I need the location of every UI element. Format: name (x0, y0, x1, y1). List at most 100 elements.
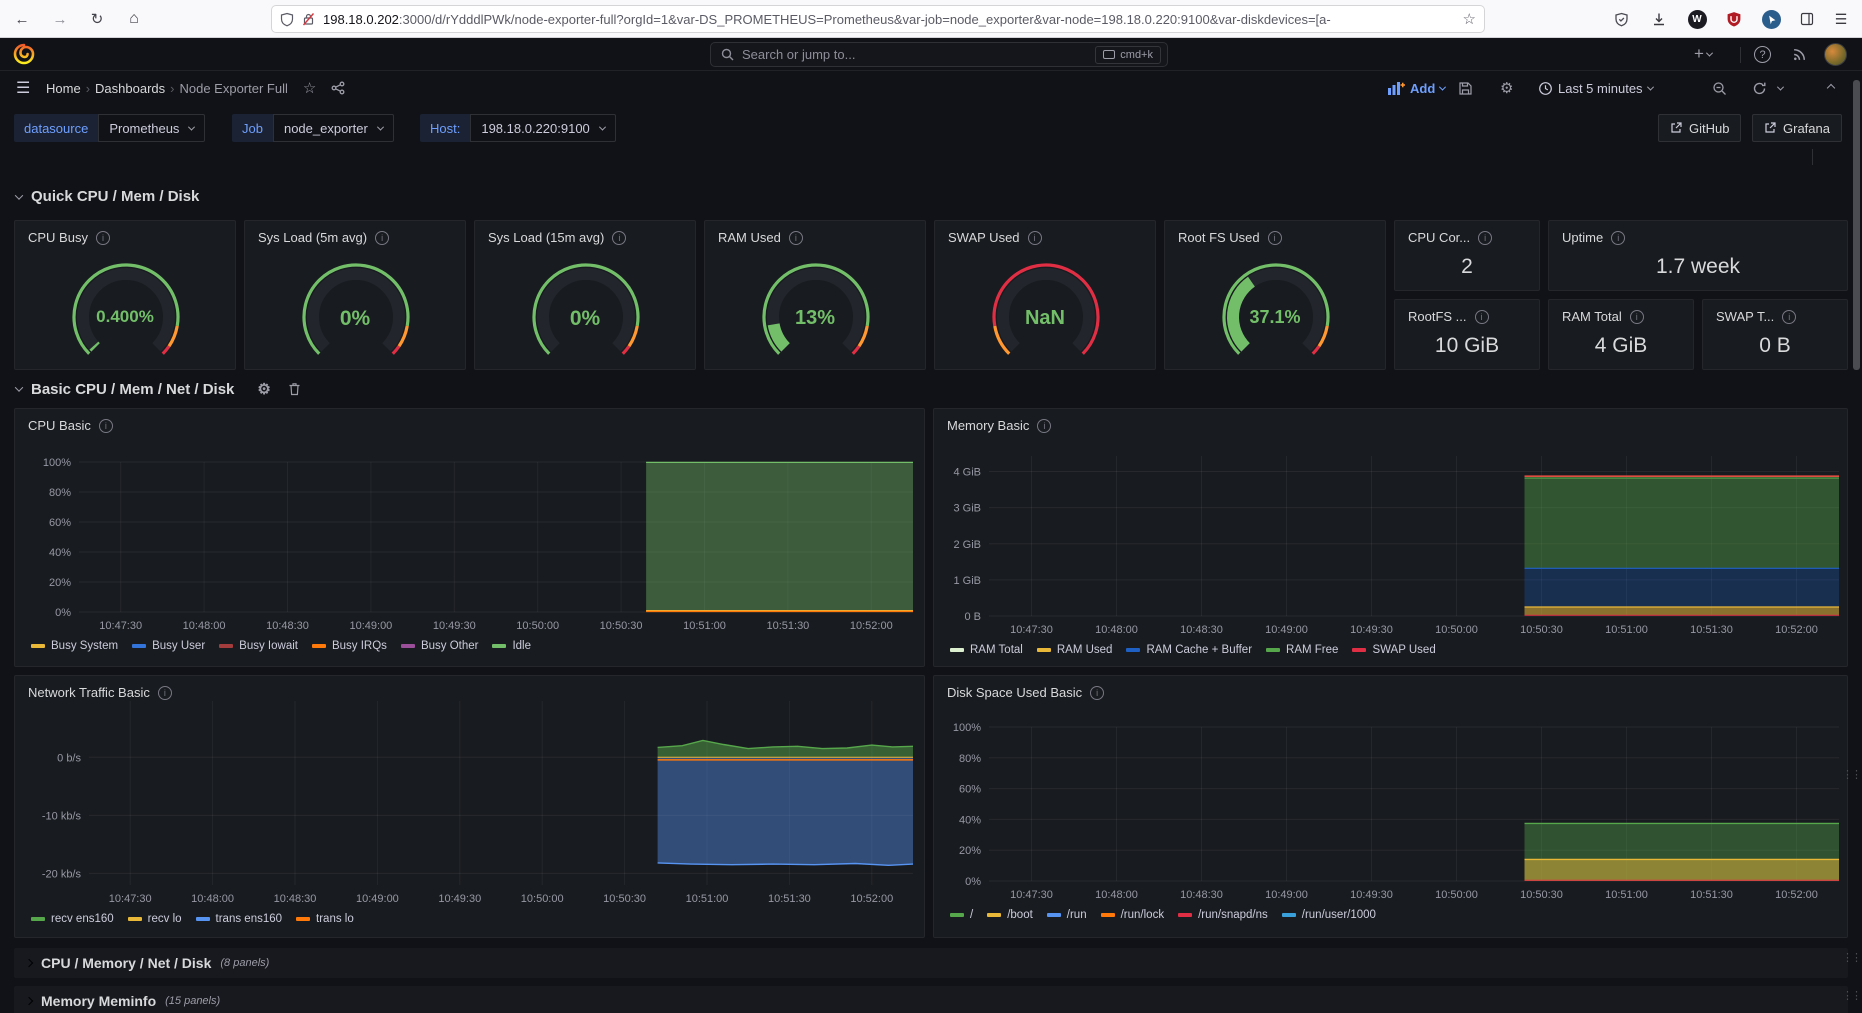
sidebar-extension-icon[interactable] (1796, 8, 1818, 30)
gauge-panel-sys-load-15m-avg-[interactable]: Sys Load (15m avg)i0% (474, 220, 696, 370)
gauge-panel-root-fs-used[interactable]: Root FS Usedi37.1% (1164, 220, 1386, 370)
row-drag-handle[interactable]: ⋮⋮ (1842, 989, 1851, 1003)
add-panel-button[interactable]: Add (1388, 77, 1445, 99)
info-icon[interactable]: i (1028, 231, 1042, 245)
legend-item-ram-cache-buffer[interactable]: RAM Cache + Buffer (1126, 644, 1252, 656)
new-menu-button[interactable]: + (1694, 44, 1712, 64)
gauge-panel-ram-used[interactable]: RAM Usedi13% (704, 220, 926, 370)
stat-panel-cpu-cor-[interactable]: CPU Cor...i2 (1394, 220, 1540, 291)
legend-item-busy-irqs[interactable]: Busy IRQs (312, 640, 387, 652)
disk-space-used-basic-chart[interactable]: 100%80%60%40%20%0%10:47:3010:48:0010:48:… (934, 676, 1847, 937)
panel-drag-handle[interactable]: ⋮⋮ (1842, 768, 1851, 782)
help-button[interactable]: ? (1754, 46, 1771, 63)
info-icon[interactable]: i (96, 231, 110, 245)
legend-item-recv-lo[interactable]: recv lo (128, 913, 182, 925)
legend-item--[interactable]: / (950, 909, 973, 921)
gauge-panel-sys-load-5m-avg-[interactable]: Sys Load (5m avg)i0% (244, 220, 466, 370)
panel-title[interactable]: CPU Cor... (1408, 230, 1470, 245)
share-icon[interactable] (331, 81, 345, 95)
legend-item--run-snapd-ns[interactable]: /run/snapd/ns (1178, 909, 1268, 921)
browser-reload-button[interactable]: ↻ (85, 7, 109, 31)
time-range-picker[interactable]: Last 5 minutes (1538, 77, 1653, 99)
browser-back-button[interactable]: ← (10, 7, 34, 31)
legend-item-ram-total[interactable]: RAM Total (950, 644, 1023, 656)
breadcrumb-home[interactable]: Home (46, 81, 81, 96)
info-icon[interactable]: i (375, 231, 389, 245)
permissions-shield-icon[interactable] (1610, 8, 1632, 30)
collapsed-row-cpu-memory-net-disk[interactable]: CPU / Memory / Net / Disk (8 panels) (14, 948, 1848, 978)
legend-item--boot[interactable]: /boot (987, 909, 1033, 921)
legend-item--run-user-1000[interactable]: /run/user/1000 (1282, 909, 1376, 921)
legend-item-ram-used[interactable]: RAM Used (1037, 644, 1113, 656)
info-icon[interactable]: i (1475, 310, 1489, 324)
row-delete-icon[interactable] (288, 382, 301, 396)
chart-panel-memory-basic[interactable]: 4 GiB3 GiB2 GiB1 GiB0 B10:47:3010:48:001… (933, 408, 1848, 667)
panel-title[interactable]: CPU Busy (28, 230, 88, 245)
legend-item-idle[interactable]: Idle (492, 640, 531, 652)
chart-panel-cpu-basic[interactable]: 100%80%60%40%20%0%10:47:3010:48:0010:48:… (14, 408, 925, 667)
legend-item--run-lock[interactable]: /run/lock (1101, 909, 1164, 921)
job-select[interactable]: node_exporter (273, 114, 394, 142)
panel-title[interactable]: RootFS ... (1408, 309, 1467, 324)
chart-panel-disk-space-used-basic[interactable]: 100%80%60%40%20%0%10:47:3010:48:0010:48:… (933, 675, 1848, 938)
breadcrumb-dashboards[interactable]: Dashboards (95, 81, 165, 96)
bookmark-star-icon[interactable]: ☆ (1463, 10, 1476, 28)
dashboard-settings-button[interactable]: ⚙ (1500, 77, 1513, 99)
memory-basic-chart[interactable]: 4 GiB3 GiB2 GiB1 GiB0 B10:47:3010:48:001… (934, 409, 1847, 666)
chart-panel-network-traffic-basic[interactable]: 0 b/s-10 kb/s-20 kb/s10:47:3010:48:0010:… (14, 675, 925, 938)
zoom-out-button[interactable] (1712, 77, 1727, 99)
info-icon[interactable]: i (1268, 231, 1282, 245)
cpu-basic-chart[interactable]: 100%80%60%40%20%0%10:47:3010:48:0010:48:… (15, 409, 924, 666)
github-link-button[interactable]: GitHub (1658, 114, 1741, 142)
insecure-lock-icon[interactable] (302, 12, 315, 26)
row-settings-icon[interactable]: ⚙ (257, 380, 270, 398)
legend-item-ram-free[interactable]: RAM Free (1266, 644, 1338, 656)
panel-title[interactable]: Uptime (1562, 230, 1603, 245)
legend-item-busy-user[interactable]: Busy User (132, 640, 205, 652)
extension-w-icon[interactable]: W (1686, 8, 1708, 30)
info-icon[interactable]: i (1782, 310, 1796, 324)
url-bar[interactable]: 198.18.0.202:3000/d/rYdddlPWk/node-expor… (272, 6, 1484, 32)
legend-item-trans-ens160[interactable]: trans ens160 (196, 913, 283, 925)
user-avatar[interactable] (1824, 43, 1847, 66)
row-basic-cpu-mem-net-disk[interactable]: Basic CPU / Mem / Net / Disk ⚙ (16, 380, 301, 398)
host-select[interactable]: 198.18.0.220:9100 (470, 114, 615, 142)
panel-title[interactable]: Sys Load (5m avg) (258, 230, 367, 245)
grafana-logo-icon[interactable] (13, 43, 35, 65)
legend-item-busy-iowait[interactable]: Busy Iowait (219, 640, 298, 652)
panel-title[interactable]: RAM Used (718, 230, 781, 245)
legend-item--run[interactable]: /run (1047, 909, 1087, 921)
row-quick-cpu-mem-disk[interactable]: Quick CPU / Mem / Disk (16, 188, 199, 205)
mega-menu-icon[interactable]: ☰ (16, 77, 30, 99)
tracking-protection-icon[interactable] (280, 12, 294, 27)
cursor-extension-icon[interactable] (1760, 8, 1782, 30)
legend-item-busy-system[interactable]: Busy System (31, 640, 118, 652)
collapse-toolbar-button[interactable] (1828, 77, 1834, 99)
panel-title[interactable]: SWAP Used (948, 230, 1020, 245)
network-traffic-basic-chart[interactable]: 0 b/s-10 kb/s-20 kb/s10:47:3010:48:0010:… (15, 676, 924, 937)
panel-title[interactable]: RAM Total (1562, 309, 1622, 324)
search-input[interactable]: Search or jump to... cmd+k (710, 42, 1168, 67)
legend-item-trans-lo[interactable]: trans lo (296, 913, 354, 925)
info-icon[interactable]: i (612, 231, 626, 245)
browser-menu-icon[interactable]: ☰ (1830, 8, 1852, 30)
legend-item-recv-ens160[interactable]: recv ens160 (31, 913, 114, 925)
panel-title[interactable]: SWAP T... (1716, 309, 1774, 324)
collapsed-row-memory-meminfo[interactable]: Memory Meminfo (15 panels) (14, 986, 1848, 1013)
panel-title[interactable]: Sys Load (15m avg) (488, 230, 604, 245)
info-icon[interactable]: i (1478, 231, 1492, 245)
stat-panel-ram-total[interactable]: RAM Totali4 GiB (1548, 299, 1694, 370)
legend-item-swap-used[interactable]: SWAP Used (1352, 644, 1435, 656)
gauge-panel-swap-used[interactable]: SWAP UsediNaN (934, 220, 1156, 370)
url-text[interactable]: 198.18.0.202:3000/d/rYdddlPWk/node-expor… (323, 12, 1457, 27)
info-icon[interactable]: i (1630, 310, 1644, 324)
row-drag-handle[interactable]: ⋮⋮ (1842, 951, 1851, 965)
info-icon[interactable]: i (1611, 231, 1625, 245)
panel-title[interactable]: Root FS Used (1178, 230, 1260, 245)
info-icon[interactable]: i (789, 231, 803, 245)
scrollbar-thumb[interactable] (1853, 80, 1860, 370)
gauge-panel-cpu-busy[interactable]: CPU Busyi0.400% (14, 220, 236, 370)
stat-panel-uptime[interactable]: Uptimei1.7 week (1548, 220, 1848, 291)
browser-forward-button[interactable]: → (48, 7, 72, 31)
refresh-button[interactable] (1752, 77, 1783, 99)
